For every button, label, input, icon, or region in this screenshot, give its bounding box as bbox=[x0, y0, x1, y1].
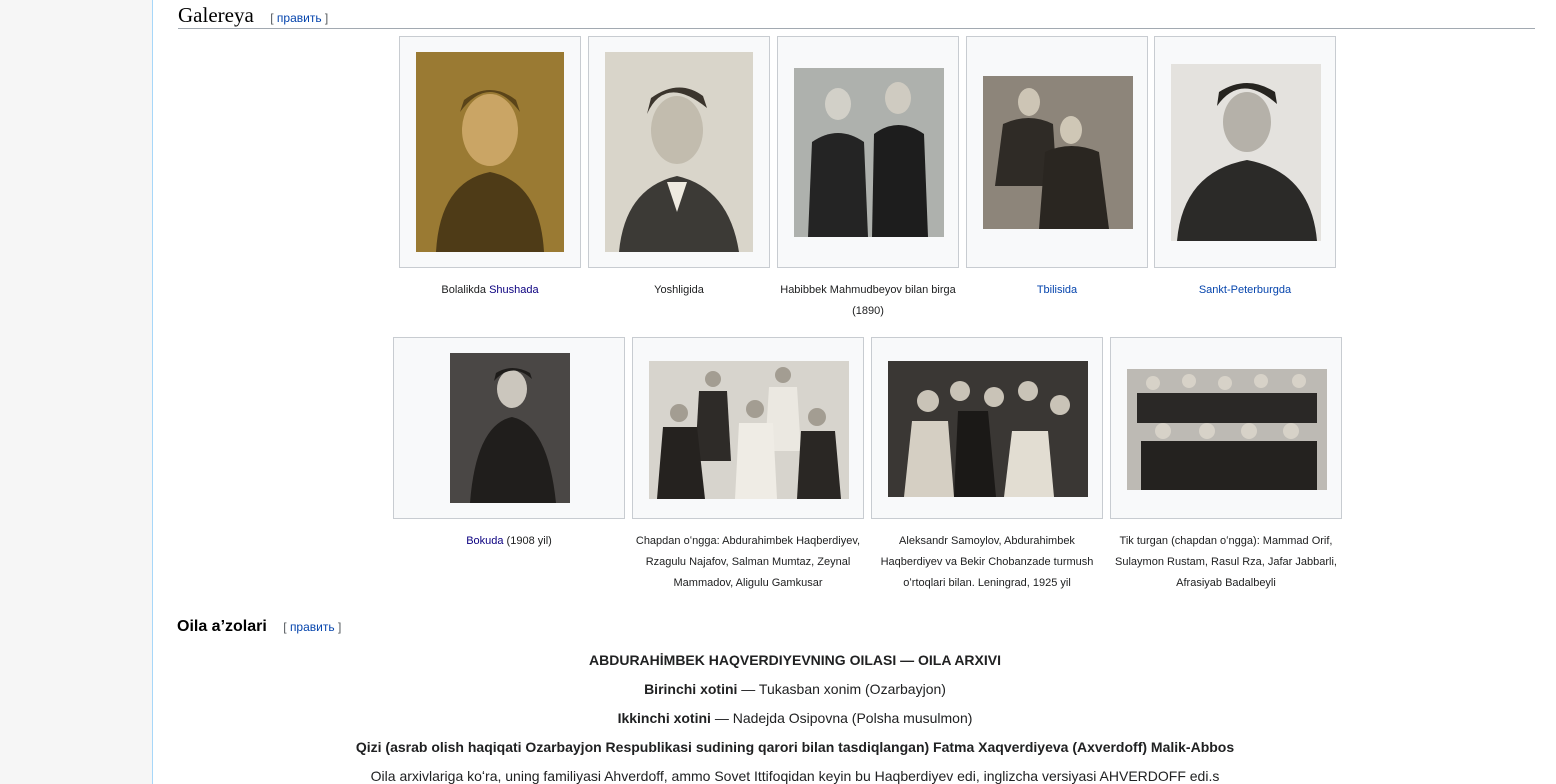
caption-3: Habibbek Mahmudbeyov bilan birga (1890) bbox=[780, 284, 956, 317]
caption-2: Yoshligida bbox=[654, 284, 704, 296]
gallery-edit-section: [ править ] bbox=[270, 11, 329, 25]
photo-group-five[interactable] bbox=[649, 361, 849, 499]
photo-petersburg-portrait[interactable] bbox=[1171, 64, 1321, 241]
caption-7: Chapdan oʻngga: Abdurahimbek Haqberdiyev… bbox=[635, 535, 861, 589]
photo-leningrad-group[interactable] bbox=[888, 361, 1088, 497]
gallery-thumb-6[interactable] bbox=[393, 337, 625, 519]
family-edit-link[interactable]: править bbox=[290, 620, 335, 634]
caption-4: Tbilisida bbox=[966, 280, 1148, 301]
family-wife1: Birinchi xotini — Tukasban xonim (Ozarba… bbox=[644, 681, 946, 697]
family-daughter: Qizi (asrab olish haqiqati Ozarbayjon Re… bbox=[355, 739, 1235, 755]
caption-8: Aleksandr Samoylov, Abdurahimbek Haqberd… bbox=[880, 535, 1094, 589]
link-sankt-peterburgda[interactable]: Sankt-Peterburgda bbox=[1199, 284, 1291, 296]
gallery-thumb-8[interactable] bbox=[871, 337, 1103, 519]
link-bokuda[interactable]: Bokuda bbox=[466, 535, 503, 547]
gallery-edit-link[interactable]: править bbox=[277, 11, 322, 25]
photo-two-men[interactable] bbox=[794, 68, 944, 237]
caption-5: Sankt-Peterburgda bbox=[1154, 280, 1336, 301]
gallery-thumb-5[interactable] bbox=[1154, 36, 1336, 268]
photo-boy-portrait[interactable] bbox=[416, 52, 564, 252]
gallery-thumb-1[interactable] bbox=[399, 36, 581, 268]
family-wife2: Ikkinchi xotini — Nadejda Osipovna (Pols… bbox=[617, 710, 973, 726]
gallery-thumb-7[interactable] bbox=[632, 337, 864, 519]
caption-9: Tik turgan (chapdan oʻngga): Mammad Orif… bbox=[1115, 535, 1337, 589]
caption-1: Bolalikda Shushada bbox=[441, 284, 539, 296]
gallery-thumb-3[interactable] bbox=[777, 36, 959, 268]
gallery-thumb-4[interactable] bbox=[966, 36, 1148, 268]
family-heading: Oila a’zolari [ править ] bbox=[177, 618, 342, 635]
link-shushada[interactable]: Shushada bbox=[489, 284, 539, 296]
family-title: ABDURAHİMBEK HAQVERDIYEVNING OILASI — OI… bbox=[589, 652, 1001, 668]
photo-baku-seated[interactable] bbox=[450, 353, 570, 503]
gallery-thumb-2[interactable] bbox=[588, 36, 770, 268]
gallery-heading: Galereya [ править ] bbox=[178, 4, 1535, 29]
photo-seven-men[interactable] bbox=[1127, 369, 1327, 490]
caption-6: Bokuda (1908 yil) bbox=[466, 535, 552, 547]
family-edit-section: [ править ] bbox=[283, 620, 342, 634]
family-archive-note: Oila arxivlariga koʻra, uning familiyasi… bbox=[370, 768, 1220, 784]
link-tbilisida[interactable]: Tbilisida bbox=[1037, 284, 1077, 296]
photo-young-man[interactable] bbox=[605, 52, 753, 252]
photo-tbilisi-pair[interactable] bbox=[983, 76, 1133, 229]
gallery-thumb-9[interactable] bbox=[1110, 337, 1342, 519]
